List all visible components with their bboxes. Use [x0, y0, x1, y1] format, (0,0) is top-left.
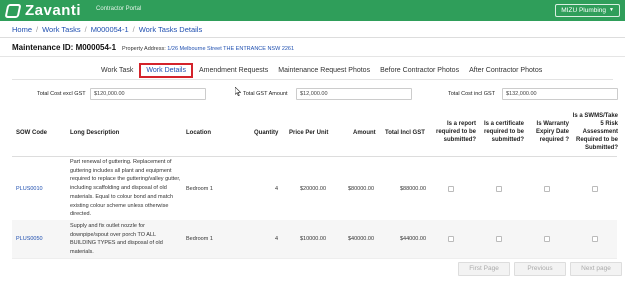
chevron-down-icon: ▼ — [609, 7, 614, 13]
header-line: Is a report — [446, 121, 476, 127]
header-line: Expiry Date — [535, 129, 569, 135]
warranty-required-checkbox[interactable] — [544, 186, 550, 192]
maintenance-header: Maintenance ID: M000054-1 Property Addre… — [12, 43, 294, 52]
divider — [0, 37, 625, 38]
warranty-required-checkbox[interactable] — [544, 236, 550, 242]
header-divider — [12, 156, 617, 157]
brand-name: Zavanti — [25, 2, 82, 19]
header-line: required to be — [435, 129, 476, 135]
sow-code-link[interactable]: PLUS0010 — [16, 186, 43, 192]
table-header: SOW Code Long Description Location Quant… — [0, 112, 625, 156]
location: Bedroom 1 — [186, 186, 213, 192]
tabs-underline — [12, 79, 613, 80]
total-incl-gst-label: Total Cost incl GST — [448, 91, 496, 97]
top-bar: Zavanti Contractor Portal MIZU Plumbing … — [0, 0, 625, 21]
col-report-required: Is a report required to be submitted? — [430, 120, 476, 144]
amount: $80000.00 — [348, 186, 374, 192]
col-amount: Amount — [353, 130, 376, 136]
user-name: MIZU Plumbing — [561, 7, 607, 14]
total-gst-label: Total GST Amount — [243, 91, 288, 97]
maintenance-id-title: Maintenance ID: M000054-1 — [12, 43, 117, 52]
tab-before-contractor-photos[interactable]: Before Contractor Photos — [375, 63, 464, 78]
first-page-button[interactable]: First Page — [458, 262, 510, 276]
tab-work-details[interactable]: Work Details — [139, 63, 193, 78]
breadcrumb-separator: / — [36, 25, 39, 34]
breadcrumb-task-id[interactable]: M000054-1 — [91, 25, 129, 34]
totals-row: Total Cost excl GST $120,000.00 Total GS… — [0, 88, 625, 102]
table-row: PLUS0010 Part renewal of guttering. Repl… — [0, 158, 625, 220]
price-per-unit: $20000.00 — [300, 186, 326, 192]
portal-label: Contractor Portal — [96, 6, 142, 12]
certificate-required-checkbox[interactable] — [496, 186, 502, 192]
header-line: 5 Risk — [600, 121, 618, 127]
quantity: 4 — [274, 186, 278, 192]
col-certificate-required: Is a certificate required to be submitte… — [477, 120, 524, 144]
col-price-per-unit: Price Per Unit — [289, 130, 329, 136]
location: Bedroom 1 — [186, 236, 213, 242]
col-sow-code: SOW Code — [16, 130, 47, 136]
total-excl-gst-label: Total Cost excl GST — [37, 91, 86, 97]
report-required-checkbox[interactable] — [448, 186, 454, 192]
tab-after-contractor-photos[interactable]: After Contractor Photos — [464, 63, 547, 78]
col-total-incl-gst: Total Incl GST — [385, 130, 425, 136]
total-incl-gst: $88000.00 — [400, 186, 426, 192]
tab-bar: Work Task Work Details Amendment Request… — [96, 63, 547, 78]
breadcrumb-work-tasks[interactable]: Work Tasks — [42, 25, 80, 34]
header-line: submitted? — [443, 137, 476, 143]
property-address: Property Address: 1/26 Melbourne Street … — [122, 46, 294, 52]
col-location: Location — [186, 130, 211, 136]
header-line: Assessment — [582, 129, 618, 135]
amount: $40000.00 — [348, 236, 374, 242]
col-quantity: Quantity — [254, 130, 279, 136]
logo-mark-icon — [4, 3, 22, 18]
header-line: required ? — [539, 137, 569, 143]
total-incl-gst: $44000.00 — [400, 236, 426, 242]
tab-maintenance-request-photos[interactable]: Maintenance Request Photos — [273, 63, 375, 78]
long-description: Supply and fix outlet nozzle for downpip… — [70, 223, 163, 256]
header-line: Is a SWMS/Take — [572, 113, 618, 119]
mouse-cursor-icon — [235, 87, 241, 96]
sow-code-link[interactable]: PLUS0050 — [16, 236, 43, 242]
breadcrumb-current: Work Tasks Details — [138, 25, 203, 34]
quantity: 4 — [274, 236, 278, 242]
header-line: submitted? — [491, 137, 524, 143]
breadcrumb-separator: / — [132, 25, 135, 34]
breadcrumb: Home / Work Tasks / M000054-1 / Work Tas… — [12, 25, 202, 34]
previous-button[interactable]: Previous — [514, 262, 566, 276]
header-line: Required to be — [575, 137, 618, 143]
brand-logo[interactable]: Zavanti — [4, 2, 82, 19]
tab-work-task[interactable]: Work Task — [96, 63, 138, 78]
table-row: PLUS0050 Supply and fix outlet nozzle fo… — [0, 222, 625, 258]
breadcrumb-home[interactable]: Home — [12, 25, 32, 34]
swms-required-checkbox[interactable] — [592, 186, 598, 192]
report-required-checkbox[interactable] — [448, 236, 454, 242]
row-divider — [12, 258, 617, 259]
certificate-required-checkbox[interactable] — [496, 236, 502, 242]
header-line: Is a certificate — [483, 121, 524, 127]
address-label: Property Address: — [122, 46, 166, 52]
header-line: Submitted? — [585, 145, 618, 151]
header-line: Is Warranty — [536, 121, 569, 127]
swms-required-checkbox[interactable] — [592, 236, 598, 242]
col-warranty-expiry-required: Is Warranty Expiry Date required ? — [530, 120, 569, 144]
pagination: First Page Previous Next page — [458, 262, 622, 276]
user-menu-button[interactable]: MIZU Plumbing ▼ — [555, 4, 620, 17]
col-long-description: Long Description — [70, 130, 120, 136]
breadcrumb-separator: / — [84, 25, 87, 34]
long-description: Part renewal of guttering. Replacement o… — [70, 159, 181, 218]
divider — [0, 56, 625, 57]
next-page-button[interactable]: Next page — [570, 262, 622, 276]
total-excl-gst-field[interactable]: $120,000.00 — [90, 88, 206, 100]
total-incl-gst-field[interactable]: $132,000.00 — [502, 88, 618, 100]
tab-amendment-requests[interactable]: Amendment Requests — [194, 63, 273, 78]
total-gst-field[interactable]: $12,000.00 — [296, 88, 412, 100]
col-swms-required: Is a SWMS/Take 5 Risk Assessment Require… — [570, 112, 618, 152]
address-value: 1/26 Melbourne Street THE ENTRANCE NSW 2… — [167, 46, 295, 52]
price-per-unit: $10000.00 — [300, 236, 326, 242]
header-line: required to be — [483, 129, 524, 135]
